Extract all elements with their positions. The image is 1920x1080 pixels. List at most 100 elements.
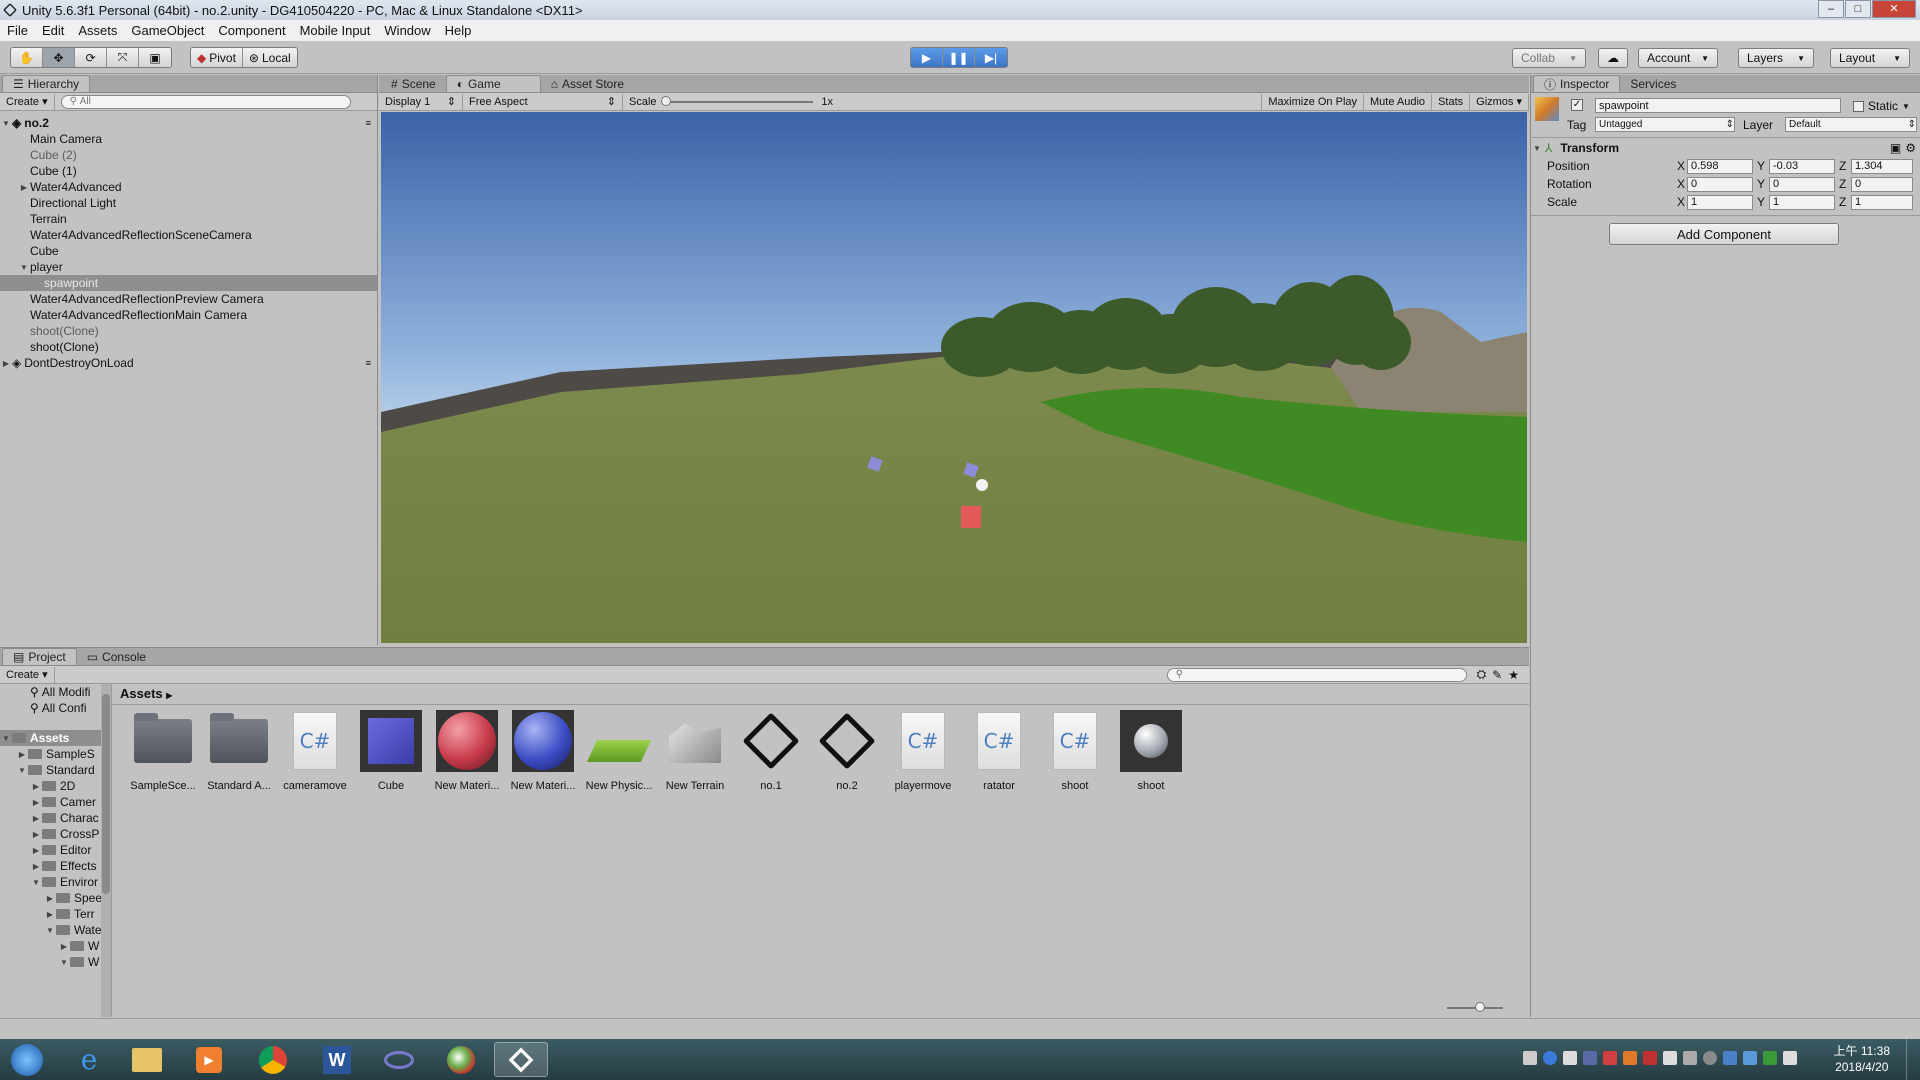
project-create-dropdown[interactable]: Create ▾: [0, 666, 55, 683]
favorite-item[interactable]: ⚲ All Confi: [0, 700, 111, 716]
volume-icon[interactable]: [1663, 1051, 1677, 1065]
scrollbar-thumb[interactable]: [102, 694, 110, 894]
speaker-icon[interactable]: [1783, 1051, 1797, 1065]
expand-arrow-icon[interactable]: ▼: [44, 926, 56, 935]
tree-item[interactable]: ▶ Camer: [0, 794, 111, 810]
asset-item[interactable]: New Materi...: [432, 710, 502, 792]
tray-app-icon[interactable]: [1683, 1051, 1697, 1065]
transform-header[interactable]: ▼ ⅄ Transform ▣ ⚙: [1531, 139, 1920, 157]
expand-arrow-icon[interactable]: ▼: [18, 263, 30, 272]
tree-item[interactable]: ▶ Terr: [0, 906, 111, 922]
layout-dropdown[interactable]: Layout ▼: [1830, 48, 1910, 68]
expand-arrow-icon[interactable]: ▼: [16, 766, 28, 775]
taskbar-unity[interactable]: [494, 1042, 548, 1077]
scale-tool-button[interactable]: ⤧: [107, 48, 139, 67]
tree-item[interactable]: ▶ 2D: [0, 778, 111, 794]
expand-arrow-icon[interactable]: ▼: [0, 734, 12, 743]
tree-item[interactable]: ▶ Spee: [0, 890, 111, 906]
object-name-field[interactable]: spawpoint: [1595, 98, 1841, 113]
menu-mobile-input[interactable]: Mobile Input: [293, 23, 378, 38]
antivirus-icon[interactable]: [1603, 1051, 1617, 1065]
label-icon[interactable]: ✎: [1492, 668, 1502, 682]
collab-dropdown[interactable]: Collab ▼: [1512, 48, 1586, 68]
taskbar-ie[interactable]: e: [62, 1042, 116, 1077]
step-button[interactable]: ▶|: [975, 48, 1007, 67]
rotation-x-field[interactable]: 0: [1687, 176, 1753, 192]
menu-help[interactable]: Help: [438, 23, 479, 38]
static-toggle[interactable]: Static ▼: [1853, 99, 1910, 113]
asset-item[interactable]: shoot: [1116, 710, 1186, 792]
scene-menu-icon[interactable]: ≡: [366, 358, 371, 368]
tab-project[interactable]: ▤ Project: [2, 648, 77, 665]
rotation-y-field[interactable]: 0: [1769, 176, 1835, 192]
slider-thumb[interactable]: [660, 95, 671, 106]
minimize-button[interactable]: ‒: [1818, 0, 1844, 18]
icon-size-slider[interactable]: [1447, 1002, 1503, 1012]
tree-item[interactable]: ▶ SampleS: [0, 746, 111, 762]
hierarchy-item[interactable]: Terrain: [0, 211, 377, 227]
show-desktop-button[interactable]: [1906, 1039, 1920, 1080]
asset-item[interactable]: no.1: [736, 710, 806, 792]
star-icon[interactable]: ★: [1508, 668, 1519, 682]
layers-dropdown[interactable]: Layers ▼: [1738, 48, 1814, 68]
display-dropdown[interactable]: Display 1 ⇕: [379, 93, 463, 110]
expand-arrow-icon[interactable]: ▼: [1531, 144, 1543, 153]
stats-toggle[interactable]: Stats: [1432, 93, 1471, 110]
account-dropdown[interactable]: Account ▼: [1638, 48, 1718, 68]
tab-console[interactable]: ▭ Console: [77, 648, 156, 665]
tab-services[interactable]: Services: [1620, 75, 1686, 92]
expand-arrow-icon[interactable]: ▶: [30, 862, 42, 871]
gear-icon[interactable]: ⚙: [1905, 141, 1916, 155]
taskbar-paint[interactable]: [434, 1042, 488, 1077]
update-icon[interactable]: [1623, 1051, 1637, 1065]
maximize-on-play-toggle[interactable]: Maximize On Play: [1261, 93, 1365, 110]
dontdestroy-row[interactable]: ▶ ◈ DontDestroyOnLoad ≡: [0, 355, 377, 371]
game-viewport[interactable]: [381, 112, 1527, 643]
menu-window[interactable]: Window: [377, 23, 437, 38]
network-icon[interactable]: [1583, 1051, 1597, 1065]
slider-thumb[interactable]: [1475, 1002, 1485, 1012]
tree-item[interactable]: ▶ CrossP: [0, 826, 111, 842]
hierarchy-item[interactable]: Cube (1): [0, 163, 377, 179]
asset-item[interactable]: Cube: [356, 710, 426, 792]
expand-arrow-icon[interactable]: ▶: [30, 814, 42, 823]
tree-item[interactable]: ▶ Editor: [0, 842, 111, 858]
scale-x-field[interactable]: 1: [1687, 194, 1753, 210]
asset-item[interactable]: C# cameramove: [280, 710, 350, 792]
hierarchy-item[interactable]: shoot(Clone): [0, 339, 377, 355]
asset-item[interactable]: C# playermove: [888, 710, 958, 792]
taskbar-explorer[interactable]: [120, 1042, 174, 1077]
keyboard-icon[interactable]: [1523, 1051, 1537, 1065]
hierarchy-item[interactable]: Directional Light: [0, 195, 377, 211]
position-y-field[interactable]: -0.03: [1769, 158, 1835, 174]
tab-inspector[interactable]: ⓘ Inspector: [1533, 75, 1621, 92]
rotation-z-field[interactable]: 0: [1851, 176, 1913, 192]
tray-app-icon[interactable]: [1723, 1051, 1737, 1065]
asset-item[interactable]: C# ratator: [964, 710, 1034, 792]
hierarchy-item[interactable]: ▶ Water4Advanced: [0, 179, 377, 195]
asset-item[interactable]: New Physic...: [584, 710, 654, 792]
asset-item[interactable]: no.2: [812, 710, 882, 792]
flag-icon[interactable]: [1643, 1051, 1657, 1065]
add-component-button[interactable]: Add Component: [1609, 223, 1839, 245]
hierarchy-item[interactable]: Main Camera: [0, 131, 377, 147]
tab-game[interactable]: ◐ Game: [445, 75, 541, 92]
tray-app-icon[interactable]: [1703, 1051, 1717, 1065]
tray-app-icon[interactable]: [1743, 1051, 1757, 1065]
tab-asset-store[interactable]: ⌂ Asset Store: [541, 75, 634, 92]
rotate-tool-button[interactable]: ⟳: [75, 48, 107, 67]
taskbar-media-player[interactable]: ▶: [182, 1042, 236, 1077]
tree-item[interactable]: ▼ W: [0, 954, 111, 970]
expand-arrow-icon[interactable]: ▶: [44, 894, 56, 903]
static-checkbox[interactable]: [1853, 100, 1864, 112]
active-checkbox[interactable]: ✓: [1571, 99, 1583, 111]
expand-arrow-icon[interactable]: ▶: [16, 750, 28, 759]
tab-hierarchy[interactable]: ☰ Hierarchy: [2, 75, 91, 92]
taskbar-word[interactable]: W: [310, 1042, 364, 1077]
tree-item[interactable]: ▶ W: [0, 938, 111, 954]
asset-item[interactable]: SampleSce...: [128, 710, 198, 792]
expand-arrow-icon[interactable]: ▶: [0, 359, 12, 368]
hierarchy-item[interactable]: Water4AdvancedReflectionSceneCamera: [0, 227, 377, 243]
tag-dropdown[interactable]: Untagged ⇕: [1595, 117, 1735, 132]
expand-arrow-icon[interactable]: ▶: [30, 846, 42, 855]
